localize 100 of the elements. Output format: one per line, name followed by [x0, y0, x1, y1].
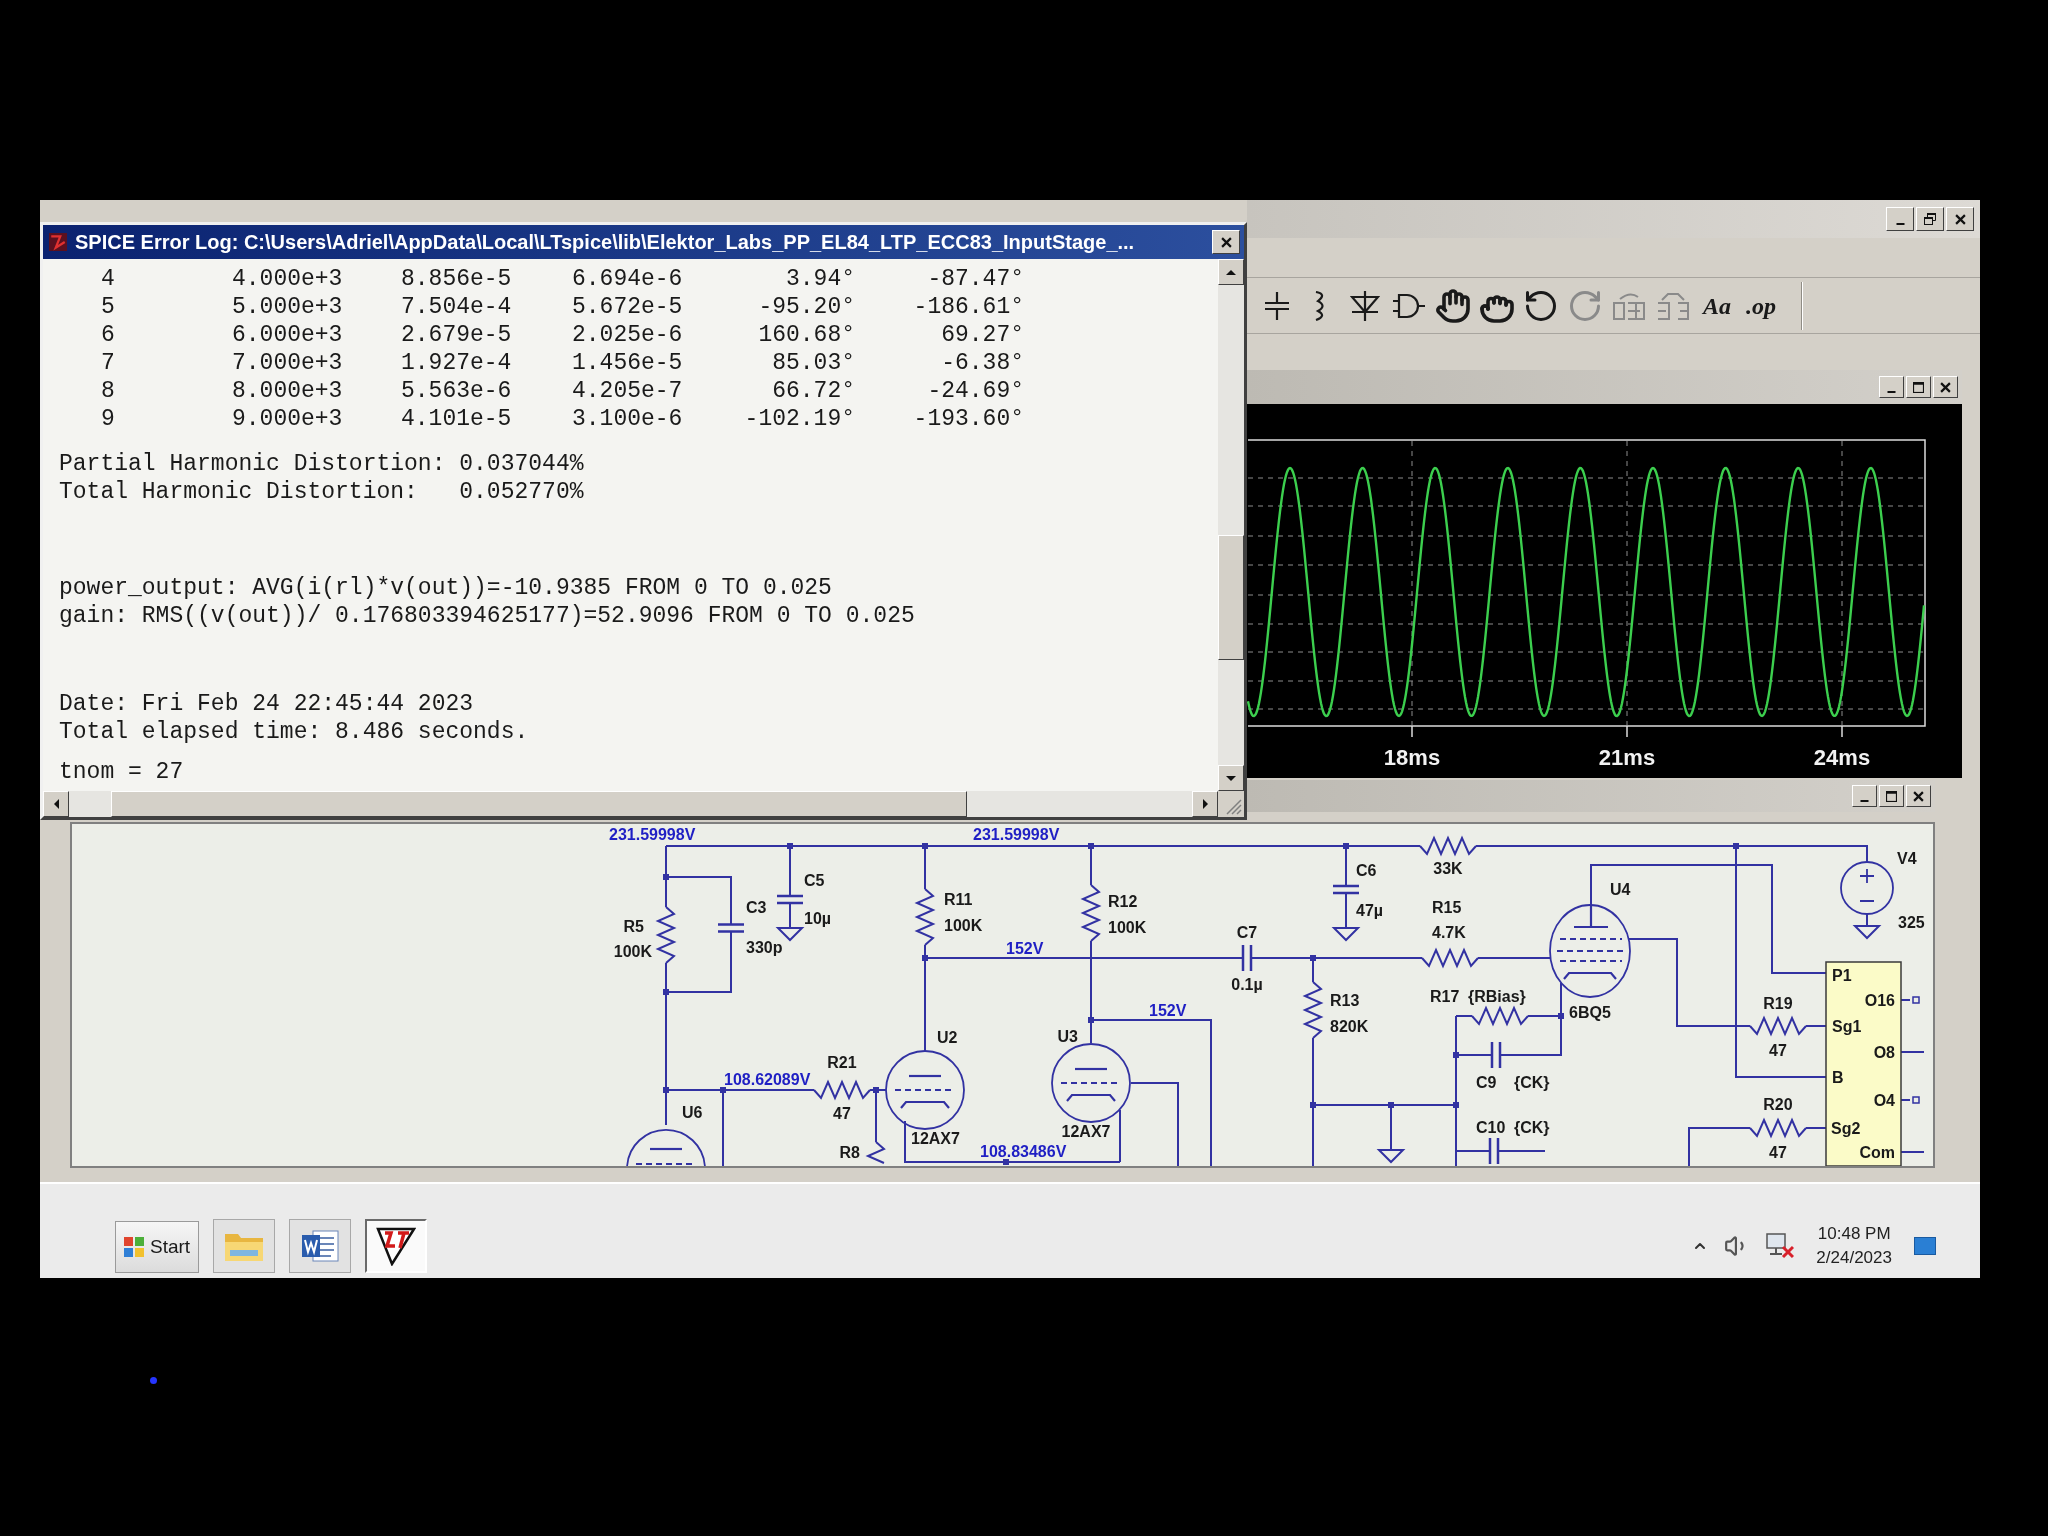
scroll-up-button[interactable] — [1218, 259, 1244, 285]
component-label: U6 — [682, 1103, 703, 1121]
minimize-icon — [1895, 222, 1905, 225]
close-button[interactable] — [1946, 207, 1974, 231]
maximize-button[interactable] — [1906, 376, 1931, 398]
table-cell: 8.000e+3 — [232, 378, 343, 404]
log-line: tnom = 27 — [59, 758, 184, 786]
minimize-button[interactable] — [1886, 207, 1914, 231]
component-value: {CK} — [1514, 1073, 1550, 1091]
table-cell: 5.563e-6 — [401, 378, 512, 404]
maximize-button[interactable] — [1879, 785, 1904, 807]
log-line: Partial Harmonic Distortion: 0.037044% — [59, 450, 584, 478]
resistor-symbol — [865, 1141, 886, 1164]
table-cell: 3.94° — [786, 266, 855, 292]
log-line: Total Harmonic Distortion: 0.052770% — [59, 478, 584, 506]
pin-label: Sg2 — [1831, 1119, 1861, 1137]
start-button[interactable]: Start — [115, 1221, 200, 1273]
component-label: C5 — [804, 871, 825, 889]
diode-icon[interactable] — [1350, 290, 1380, 321]
component-label: R5 — [623, 917, 644, 935]
table-cell: 69.27° — [941, 322, 1024, 348]
component-label: C6 — [1356, 861, 1377, 879]
wire — [1688, 1127, 1751, 1166]
table-cell: -102.19° — [744, 406, 855, 432]
resize-grip-icon[interactable] — [1226, 799, 1242, 815]
taskbar-button[interactable] — [365, 1219, 428, 1273]
close-button[interactable] — [1933, 376, 1958, 398]
monitor-cross-icon[interactable] — [1766, 1233, 1795, 1259]
component-value: 12AX7 — [1061, 1122, 1111, 1140]
table-cell: 9.000e+3 — [232, 406, 343, 432]
hand-icon[interactable] — [1435, 287, 1471, 324]
component-value: 12AX7 — [911, 1129, 960, 1147]
pin-label: B — [1832, 1068, 1844, 1086]
resistor-symbol — [1749, 1015, 1807, 1037]
table-cell: -6.38° — [941, 350, 1024, 376]
capacitor-symbol — [1331, 884, 1361, 895]
ground-symbol — [775, 927, 805, 942]
toolbar-button[interactable]: Aa — [1699, 287, 1735, 324]
wire — [1345, 892, 1347, 929]
taskbar-button[interactable] — [289, 1219, 352, 1273]
capacitor-symbol — [1490, 1040, 1502, 1070]
tick-mark — [1841, 725, 1843, 738]
table-cell: 5 — [101, 294, 115, 320]
axis-tick-label: 18ms — [1383, 744, 1441, 770]
minimize-button[interactable] — [1852, 785, 1877, 807]
toolbar-button[interactable]: .op — [1743, 287, 1779, 324]
minimize-button[interactable] — [1879, 376, 1904, 398]
close-button[interactable] — [1906, 785, 1931, 807]
scroll-down-button[interactable] — [1218, 765, 1244, 791]
resistor-symbol — [1471, 1005, 1529, 1027]
minimize-icon — [1887, 390, 1896, 393]
capacitor-symbol — [1241, 943, 1253, 973]
component-value: 0.1µ — [1231, 975, 1263, 993]
component-label: C3 — [746, 898, 767, 916]
component-value: {CK} — [1514, 1118, 1550, 1136]
capacitor-symbol — [716, 923, 746, 933]
wire — [1900, 1151, 1925, 1153]
component-label: V4 — [1897, 849, 1917, 867]
component-label: U2 — [937, 1028, 958, 1046]
voltage-label: 108.83486V — [980, 1142, 1067, 1160]
clock-time[interactable]: 10:48 PM — [1817, 1222, 1891, 1246]
table-cell: 4.000e+3 — [232, 266, 343, 292]
table-cell: 1.927e-4 — [401, 350, 512, 376]
wire — [1866, 913, 1868, 927]
window-title: SPICE Error Log: C:\Users\Adriel\AppData\Local\LTspice\lib\Elektor_Labs_PP_EL84_LTP_ECC83_InputStage_... — [75, 230, 1136, 254]
gate-icon[interactable] — [1393, 292, 1425, 319]
table-cell: -193.60° — [913, 406, 1024, 432]
component-label: R12 — [1108, 892, 1138, 910]
maximize-icon — [1913, 381, 1924, 393]
scrollbar-thumb[interactable] — [111, 791, 967, 817]
wire — [1805, 1127, 1827, 1129]
table-cell: -186.61° — [913, 294, 1024, 320]
pin-label: O16 — [1864, 991, 1895, 1009]
flag-icon — [124, 1237, 144, 1257]
resistor-symbol — [1749, 1117, 1807, 1139]
voltage-label: 108.62089V — [724, 1070, 811, 1088]
ground-symbol — [1376, 1149, 1406, 1164]
wire — [1497, 1150, 1546, 1152]
scrollbar-thumb[interactable] — [1218, 535, 1244, 660]
close-button[interactable] — [1212, 230, 1240, 254]
indicator-light-icon — [150, 1377, 157, 1384]
table-cell: -95.20° — [758, 294, 855, 320]
restore-button[interactable] — [1916, 207, 1944, 231]
capacitor-icon[interactable] — [1265, 291, 1289, 320]
table-cell: -87.47° — [927, 266, 1024, 292]
component-label: R15 — [1432, 898, 1462, 916]
component-label: R21 — [827, 1053, 857, 1071]
scroll-left-button[interactable] — [43, 791, 69, 817]
table-cell: 7 — [101, 350, 115, 376]
voltage-label: 152V — [1149, 1001, 1187, 1019]
clock-date[interactable]: 2/24/2023 — [1816, 1246, 1892, 1270]
resistor-symbol — [1419, 835, 1477, 857]
table-cell: 160.68° — [758, 322, 855, 348]
caret-up-icon — [1226, 269, 1236, 275]
voltage-label: 231.59998V — [973, 825, 1060, 843]
maximize-icon — [1886, 790, 1897, 802]
capacitor-symbol — [1488, 1136, 1500, 1166]
scroll-right-button[interactable] — [1192, 791, 1218, 817]
component-value: 47 — [833, 1104, 851, 1122]
axis-tick-label: 24ms — [1813, 744, 1871, 770]
